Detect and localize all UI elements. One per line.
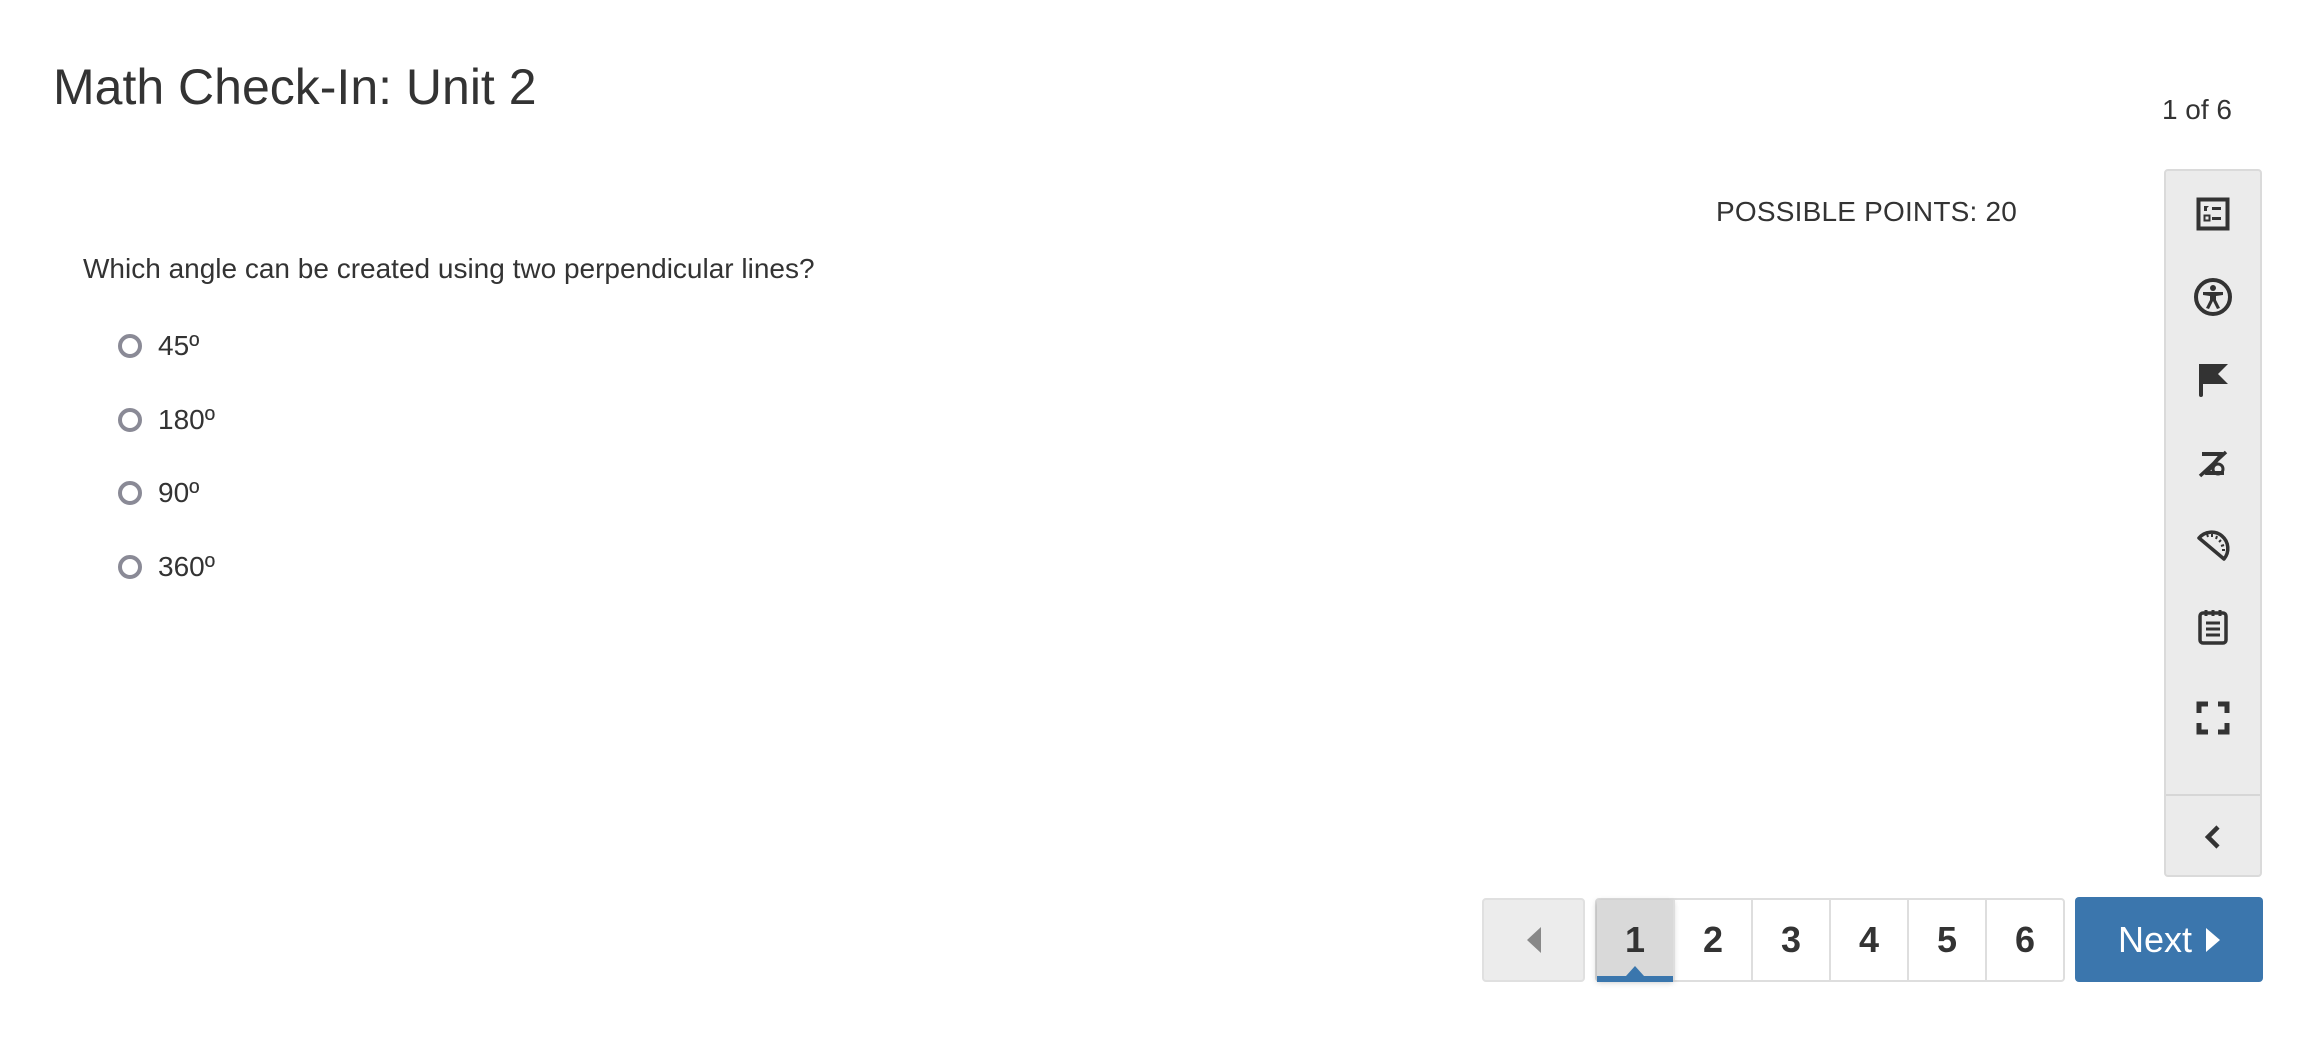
caret-left-icon [1526, 927, 1541, 953]
current-page-caret [1626, 966, 1644, 976]
page-number: 6 [2014, 919, 2036, 960]
radio-button[interactable] [118, 481, 142, 505]
notepad-icon [2198, 610, 2228, 645]
possible-points: POSSIBLE POINTS: 20 [1716, 196, 2018, 227]
answer-option[interactable]: 45º [118, 326, 215, 366]
radio-button[interactable] [118, 407, 142, 432]
question-counter: 1 of 6 [2161, 94, 2232, 125]
page-button-5[interactable]: 5 [1907, 900, 1985, 980]
option-label: 180º [158, 403, 215, 435]
answer-option[interactable]: 180º [118, 400, 215, 440]
protractor-button[interactable] [2166, 511, 2260, 581]
collapse-sidebar-button[interactable] [2166, 798, 2260, 875]
page-number: 5 [1936, 919, 1958, 960]
radio-button[interactable] [118, 334, 142, 358]
page-number: 2 [1702, 919, 1724, 960]
option-label: 45º [158, 330, 200, 361]
caret-right-icon [2206, 927, 2221, 952]
page-number: 3 [1780, 919, 1802, 960]
answer-eliminator-button[interactable] [2166, 179, 2260, 249]
answer-option[interactable]: 360º [118, 547, 215, 587]
flag-icon [2199, 364, 2228, 397]
text-to-speech-off-icon [2198, 450, 2228, 478]
fullscreen-button[interactable] [2166, 683, 2260, 753]
question-prompt: Which angle can be created using two per… [83, 253, 815, 284]
page-button-2[interactable]: 2 [1673, 900, 1751, 980]
page-button-4[interactable]: 4 [1829, 900, 1907, 980]
accessibility-button[interactable] [2166, 262, 2260, 332]
answer-option[interactable]: 90º [118, 473, 215, 513]
page-button-1[interactable]: 1 [1597, 900, 1673, 982]
accessibility-icon [2194, 278, 2232, 316]
flag-button[interactable] [2166, 345, 2260, 415]
page-number: 1 [1624, 919, 1646, 960]
text-to-speech-button[interactable] [2166, 428, 2260, 498]
page-number: 4 [1858, 919, 1880, 960]
answer-eliminator-icon [2196, 197, 2230, 231]
current-page-indicator [1597, 976, 1673, 982]
radio-button[interactable] [118, 554, 142, 579]
next-label: Next [2117, 918, 2193, 960]
page-navigation: 1 2 3 4 5 6 [1595, 898, 2065, 982]
previous-button[interactable] [1482, 898, 1585, 982]
chevron-left-icon [2204, 824, 2220, 849]
answer-options: 45º 180º 90º 360º [118, 326, 215, 620]
page-button-6[interactable]: 6 [1985, 900, 2063, 980]
option-label: 360º [158, 550, 215, 582]
protractor-icon [2197, 530, 2230, 561]
next-button[interactable]: Next [2075, 897, 2263, 982]
fullscreen-icon [2196, 701, 2230, 735]
page-button-3[interactable]: 3 [1751, 900, 1829, 980]
option-label: 90º [158, 477, 200, 508]
tools-sidebar [2164, 169, 2262, 877]
sidebar-divider [2166, 794, 2260, 796]
notepad-button[interactable] [2166, 592, 2260, 662]
page-title: Math Check-In: Unit 2 [53, 59, 537, 115]
